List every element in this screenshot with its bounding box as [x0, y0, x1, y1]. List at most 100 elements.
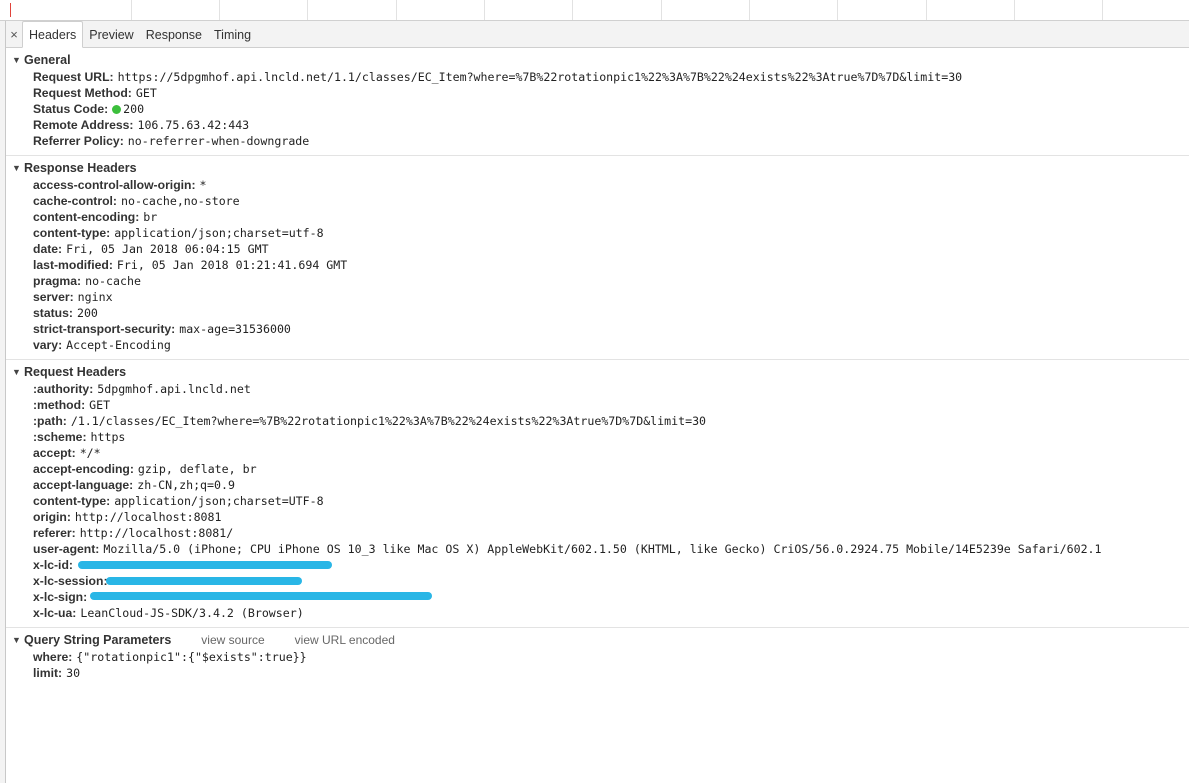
header-value: Accept-Encoding — [66, 338, 171, 352]
timeline-tick — [484, 0, 485, 20]
param-row: limit: 30 — [6, 665, 1189, 681]
header-row: cache-control: no-cache,no-store — [6, 193, 1189, 209]
header-value: * — [199, 178, 207, 192]
header-key: x-lc-ua: — [33, 606, 77, 620]
header-key: date: — [33, 242, 63, 256]
header-key: accept-encoding: — [33, 462, 134, 476]
timeline-tick — [661, 0, 662, 20]
tab-timing[interactable]: Timing — [208, 22, 257, 47]
header-key: referer: — [33, 526, 76, 540]
header-value: GET — [135, 86, 157, 100]
header-row: :method: GET — [6, 397, 1189, 413]
section-title: General — [24, 53, 71, 67]
header-row: accept-encoding: gzip, deflate, br — [6, 461, 1189, 477]
header-value: /1.1/classes/EC_Item?where=%7B%22rotatio… — [70, 414, 707, 428]
header-row: x-lc-sign: — [6, 589, 1189, 605]
timeline-tick — [1102, 0, 1103, 20]
header-row: :scheme: https — [6, 429, 1189, 445]
header-value: application/json;charset=UTF-8 — [114, 494, 324, 508]
header-value: max-age=31536000 — [179, 322, 291, 336]
redaction-mark — [90, 592, 432, 600]
caret-down-icon: ▼ — [12, 367, 21, 377]
header-row: access-control-allow-origin: * — [6, 177, 1189, 193]
request-headers-section: ▼ Request Headers :authority: 5dpgmhof.ap… — [6, 363, 1189, 628]
request-headers-header[interactable]: ▼ Request Headers — [6, 363, 1189, 381]
header-value: */* — [79, 446, 101, 460]
section-title: Query String Parameters — [24, 633, 172, 647]
header-key: content-type: — [33, 226, 111, 240]
header-row: referer: http://localhost:8081/ — [6, 525, 1189, 541]
header-value: http://localhost:8081 — [74, 510, 222, 524]
header-key: :scheme: — [33, 430, 87, 444]
header-row: content-type: application/json;charset=UT… — [6, 493, 1189, 509]
header-value: 200 — [76, 306, 98, 320]
header-value: GET — [89, 398, 111, 412]
header-key: Request Method: — [33, 86, 132, 100]
header-value: http://localhost:8081/ — [79, 526, 234, 540]
header-row: Referrer Policy: no-referrer-when-downgra… — [6, 133, 1189, 149]
view-url-encoded-link[interactable]: view URL encoded — [295, 633, 395, 647]
header-row: x-lc-session: — [6, 573, 1189, 589]
timeline-tick — [307, 0, 308, 20]
header-row: accept: */* — [6, 445, 1189, 461]
header-row: status: 200 — [6, 305, 1189, 321]
header-row: date: Fri, 05 Jan 2018 06:04:15 GMT — [6, 241, 1189, 257]
timeline-strip — [0, 0, 1189, 21]
header-value: https — [90, 430, 126, 444]
header-key: Request URL: — [33, 70, 114, 84]
redaction-mark — [106, 577, 302, 585]
header-value: 200 — [123, 102, 145, 116]
close-icon[interactable]: × — [6, 22, 22, 47]
param-key: where: — [33, 650, 73, 664]
header-key: :path: — [33, 414, 67, 428]
header-row: Request URL: https://5dpgmhof.api.lncld.n… — [6, 69, 1189, 85]
header-row: user-agent: Mozilla/5.0 (iPhone; CPU iPho… — [6, 541, 1189, 557]
header-row: origin: http://localhost:8081 — [6, 509, 1189, 525]
general-header[interactable]: ▼ General — [6, 51, 1189, 69]
general-section: ▼ General Request URL: https://5dpgmhof.a… — [6, 51, 1189, 156]
header-row: :authority: 5dpgmhof.api.lncld.net — [6, 381, 1189, 397]
header-value: zh-CN,zh;q=0.9 — [137, 478, 235, 492]
header-row: server: nginx — [6, 289, 1189, 305]
header-row: pragma: no-cache — [6, 273, 1189, 289]
header-key: x-lc-id: — [33, 558, 73, 572]
query-params-header[interactable]: ▼ Query String Parameters view source vi… — [6, 631, 1189, 649]
tab-preview[interactable]: Preview — [83, 22, 139, 47]
header-key: Remote Address: — [33, 118, 134, 132]
header-value: 106.75.63.42:443 — [137, 118, 250, 132]
header-value: gzip, deflate, br — [137, 462, 257, 476]
header-row: x-lc-id: — [6, 557, 1189, 573]
header-row: content-encoding: br — [6, 209, 1189, 225]
tab-headers[interactable]: Headers — [22, 21, 84, 48]
response-headers-header[interactable]: ▼ Response Headers — [6, 159, 1189, 177]
caret-down-icon: ▼ — [12, 55, 21, 65]
header-key: strict-transport-security: — [33, 322, 176, 336]
status-ok-icon — [112, 105, 122, 114]
timeline-tick — [131, 0, 132, 20]
header-value: application/json;charset=utf-8 — [114, 226, 324, 240]
timeline-tick — [396, 0, 397, 20]
header-key: Referrer Policy: — [33, 134, 124, 148]
timeline-tick — [837, 0, 838, 20]
header-row: Remote Address: 106.75.63.42:443 — [6, 117, 1189, 133]
headers-content: ▼ General Request URL: https://5dpgmhof.a… — [6, 48, 1189, 783]
header-key: Status Code: — [33, 102, 109, 116]
header-row: last-modified: Fri, 05 Jan 2018 01:21:41.… — [6, 257, 1189, 273]
header-row: vary: Accept-Encoding — [6, 337, 1189, 353]
header-key: x-lc-session: — [33, 574, 108, 588]
header-key: vary: — [33, 338, 63, 352]
header-key: :authority: — [33, 382, 94, 396]
header-row: accept-language: zh-CN,zh;q=0.9 — [6, 477, 1189, 493]
header-key: pragma: — [33, 274, 82, 288]
caret-down-icon: ▼ — [12, 635, 21, 645]
header-key: access-control-allow-origin: — [33, 178, 196, 192]
tab-response[interactable]: Response — [140, 22, 208, 47]
timeline-tick — [749, 0, 750, 20]
header-value: no-cache — [85, 274, 141, 288]
header-key: content-type: — [33, 494, 111, 508]
header-key: user-agent: — [33, 542, 100, 556]
header-value: nginx — [77, 290, 113, 304]
header-value: no-cache,no-store — [120, 194, 240, 208]
view-source-link[interactable]: view source — [201, 633, 264, 647]
timeline-tick — [1014, 0, 1015, 20]
